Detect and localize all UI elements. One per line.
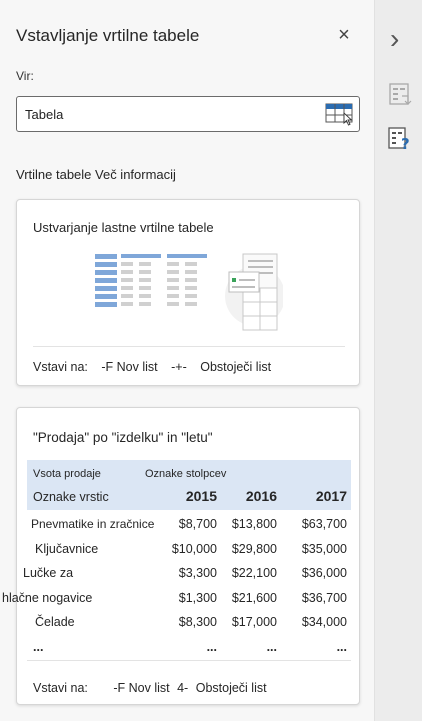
table-row: Ključavnice $10,000 $29,800 $35,000 <box>27 538 351 563</box>
row-labels-header: Oznake vrstic <box>33 490 109 504</box>
year-header: 2015 <box>185 488 217 504</box>
cell-value: $22,100 <box>231 566 277 580</box>
insert-separator: -+- <box>171 360 187 374</box>
cell-value: $35,000 <box>301 541 347 556</box>
pivot-illustration-icon <box>95 253 283 331</box>
svg-text:?: ? <box>401 135 410 152</box>
table-row: hlačne nogavice $1,300 $21,600 $36,700 <box>2 587 351 612</box>
cell-value: $10,000 <box>171 541 217 556</box>
cell-value: $17,000 <box>231 615 277 629</box>
year-header: 2017 <box>315 488 347 504</box>
insert-new-sheet-button[interactable]: -F Nov list <box>101 360 157 374</box>
side-rail: › ? <box>374 0 422 721</box>
cell-value: $63,700 <box>301 517 347 531</box>
insert-options: Vstavi na: -F Nov list -+- Obstoječi lis… <box>33 360 281 374</box>
row-label: Čelade <box>35 615 75 629</box>
source-value: Tabela <box>25 107 64 122</box>
row-label: Pnevmatike in zračnice <box>31 517 155 531</box>
table-row: Lučke za $3,300 $22,100 $36,000 <box>23 562 351 587</box>
table-row: Pnevmatike in zračnice $8,700 $13,800 $6… <box>27 513 351 538</box>
insert-separator: 4- <box>177 681 189 695</box>
pivot-header: Vsota prodaje Oznake stolpcev Oznake vrs… <box>27 460 351 510</box>
source-input[interactable]: Tabela <box>16 96 360 132</box>
cell-value: $8,300 <box>178 615 217 629</box>
suggested-pivot-card[interactable]: "Prodaja" po "izdelku" in "letu" Vsota p… <box>2 407 360 705</box>
table-row: ... ... ... ... <box>27 636 351 661</box>
cell-value: $3,300 <box>178 566 217 580</box>
close-button[interactable]: × <box>332 24 356 46</box>
create-own-pivot-card[interactable]: Ustvarjanje lastne vrtilne tabele Vstavi… <box>16 199 360 386</box>
pivot-fields-icon[interactable] <box>387 82 413 108</box>
year-header: 2016 <box>245 488 277 504</box>
insert-options: Vstavi na: -F Nov list 4- Obstoječi list <box>33 681 277 695</box>
cell-value: $1,300 <box>178 590 217 605</box>
select-range-icon[interactable] <box>325 101 355 127</box>
table-row: Čelade $8,300 $17,000 $34,000 <box>27 611 351 636</box>
row-label: Ključavnice <box>35 541 99 556</box>
card-title: Ustvarjanje lastne vrtilne tabele <box>33 220 214 235</box>
cell-value: ... <box>206 639 217 654</box>
cell-value: ... <box>266 639 277 654</box>
cell-value: $34,000 <box>301 615 347 629</box>
cell-value: $13,800 <box>231 517 277 531</box>
card-divider <box>33 346 345 347</box>
insert-existing-sheet-button[interactable]: Obstoječi list <box>200 360 271 374</box>
row-label: Lučke za <box>23 566 74 580</box>
insert-existing-sheet-button[interactable]: Obstoječi list <box>196 681 267 695</box>
pivot-help-icon[interactable]: ? <box>387 126 413 152</box>
pivot-section-heading: Vrtilne tabele Več informacij <box>16 167 176 182</box>
insert-pivot-pane: Vstavljanje vrtilne tabele × Vir: Tabela… <box>0 0 374 721</box>
cell-value: $36,000 <box>301 566 347 580</box>
column-labels-header: Oznake stolpcev <box>145 468 227 480</box>
card-title: "Prodaja" po "izdelku" in "letu" <box>33 430 213 445</box>
sum-of-sales-header: Vsota prodaje <box>33 468 101 480</box>
cell-value: $36,700 <box>301 590 347 605</box>
insert-label: Vstavi na: <box>33 360 88 374</box>
insert-label: Vstavi na: <box>33 681 88 695</box>
cell-value: ... <box>336 639 347 654</box>
row-label: ... <box>33 639 44 654</box>
cell-value: $8,700 <box>178 517 217 531</box>
pane-title: Vstavljanje vrtilne tabele <box>16 26 200 45</box>
cell-value: $21,600 <box>231 590 277 605</box>
cell-value: $29,800 <box>231 541 277 556</box>
source-label: Vir: <box>16 69 34 83</box>
row-label: hlačne nogavice <box>2 590 93 605</box>
expand-chevron-icon[interactable]: › <box>390 24 399 54</box>
pivot-preview-table: Vsota prodaje Oznake stolpcev Oznake vrs… <box>2 460 351 661</box>
insert-new-sheet-button[interactable]: -F Nov list <box>113 681 169 695</box>
